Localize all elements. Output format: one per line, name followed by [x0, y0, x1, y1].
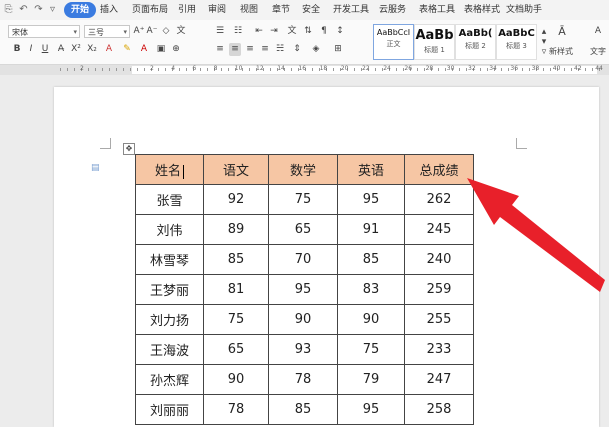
red-arrow-annotation — [467, 178, 605, 292]
